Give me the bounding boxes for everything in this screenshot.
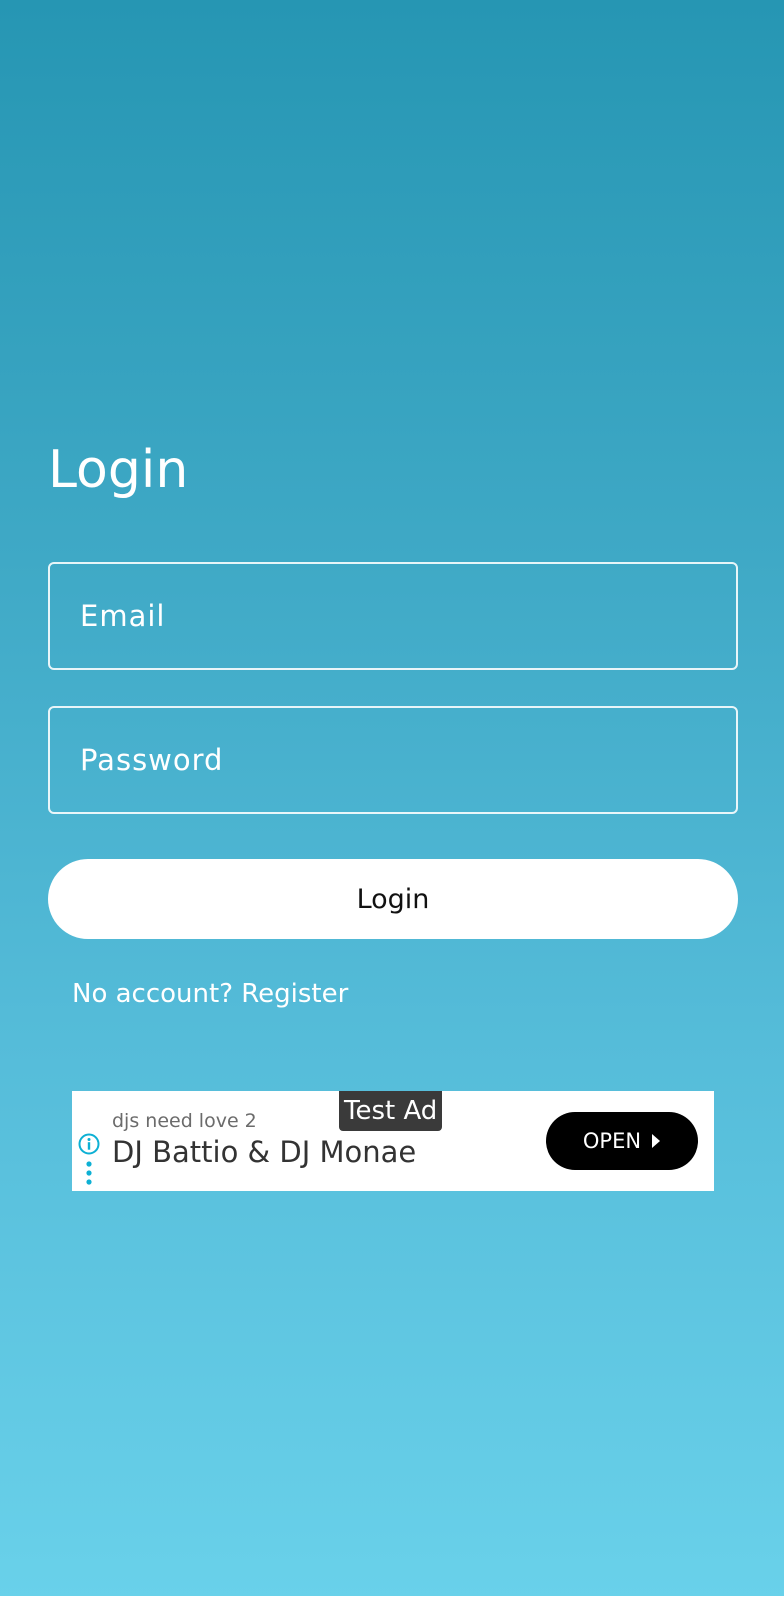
login-screen: Login Login No account? Register djs nee… [0, 0, 784, 1600]
password-field[interactable] [48, 706, 738, 814]
info-icon[interactable] [78, 1133, 100, 1155]
page-title: Login [48, 440, 189, 500]
login-button[interactable]: Login [48, 859, 738, 939]
ad-banner[interactable]: djs need love 2 DJ Battio & DJ Monae Tes… [72, 1091, 714, 1191]
bottom-divider [0, 1596, 784, 1600]
more-vertical-icon[interactable] [86, 1161, 92, 1185]
ad-subtitle: djs need love 2 [112, 1110, 257, 1132]
email-field[interactable] [48, 562, 738, 670]
email-input[interactable] [50, 564, 736, 668]
play-arrow-icon [652, 1134, 661, 1148]
register-link[interactable]: No account? Register [72, 979, 348, 1009]
test-ad-badge: Test Ad [339, 1091, 443, 1131]
password-input[interactable] [50, 708, 736, 812]
ad-open-label: OPEN [582, 1129, 642, 1153]
ad-title: DJ Battio & DJ Monae [112, 1135, 417, 1169]
ad-open-button[interactable]: OPEN [546, 1112, 698, 1170]
